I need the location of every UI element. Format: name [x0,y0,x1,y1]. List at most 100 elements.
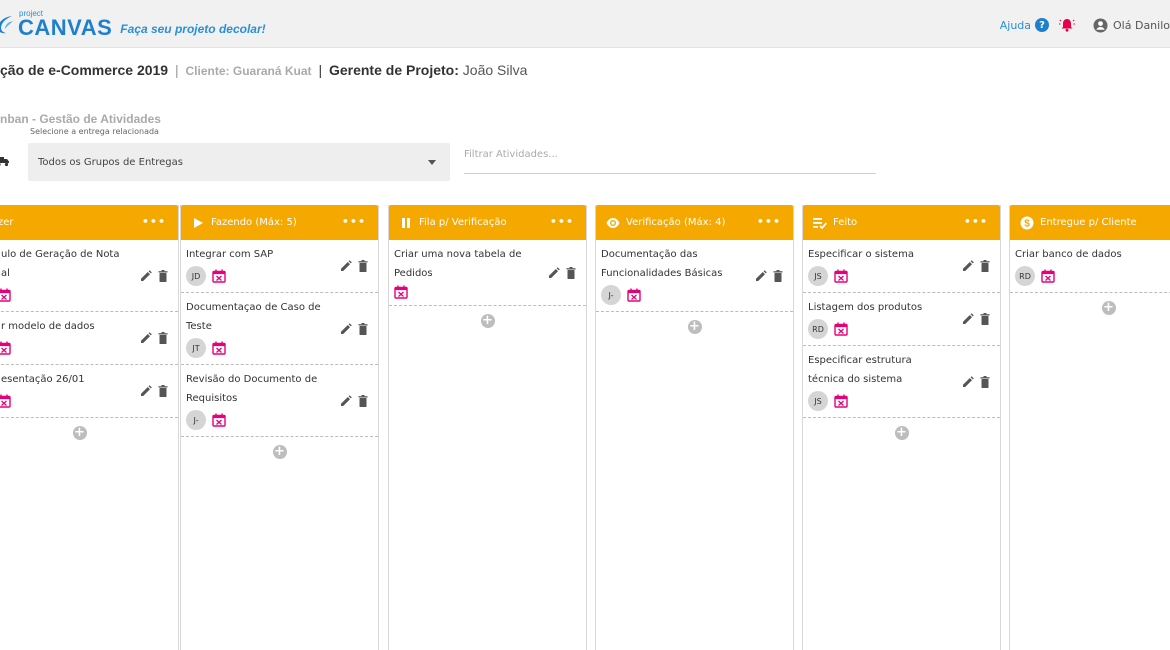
trash-icon[interactable] [358,322,370,335]
activity-card[interactable]: Revisão do Documento de Requisitos J- [181,365,378,437]
avatar[interactable]: RD [808,319,828,339]
activity-card[interactable]: Especificar o sistema JS [803,240,1000,293]
calendar-overdue-icon[interactable] [212,269,226,283]
delivery-group-value: Todos os Grupos de Entregas [38,156,183,168]
activity-meta: JD [186,266,328,286]
activity-meta [0,391,128,411]
activity-meta [0,285,128,305]
logo-swoosh-icon [0,13,14,35]
column-header: Fazer ••• [0,205,178,240]
calendar-overdue-icon[interactable] [0,288,11,302]
calendar-overdue-icon[interactable] [834,269,848,283]
trash-icon[interactable] [358,260,370,272]
activity-card[interactable]: esentação 26/01 [0,365,178,418]
trash-icon[interactable] [566,266,578,279]
edit-icon[interactable] [140,385,152,397]
trash-icon[interactable] [158,385,170,397]
trash-icon[interactable] [773,269,785,282]
add-activity-button[interactable]: + [272,445,287,459]
help-circle-icon: ? [1035,18,1050,32]
trash-icon[interactable] [980,260,992,272]
add-activity-button[interactable]: + [72,426,87,440]
edit-icon[interactable] [548,266,560,279]
avatar[interactable]: JS [808,391,828,411]
edit-icon[interactable] [755,269,767,282]
activity-title: Criar uma nova tabela de Pedidos [394,249,522,279]
column-header: Fazendo (Máx: 5) ••• [181,205,378,240]
avatar[interactable]: JS [808,266,828,286]
edit-icon[interactable] [140,269,152,282]
help-link[interactable]: Ajuda ? [1000,18,1050,32]
add-activity-button[interactable]: + [687,320,702,334]
column-more-button[interactable]: ••• [342,215,366,228]
avatar[interactable]: JD [186,266,206,286]
activity-card[interactable]: Criar banco de dados RD [1010,240,1170,293]
manager-name: João Silva [462,62,528,78]
kanban-column: Fazendo (Máx: 5) ••• Integrar com SAP JD Doc… [180,205,379,650]
calendar-overdue-icon[interactable] [394,285,408,299]
column-header: Fila p/ Verificação ••• [389,205,586,240]
truck-icon [0,152,10,167]
bell-alert-icon[interactable] [1059,17,1076,33]
avatar[interactable]: JT [186,338,206,358]
avatar[interactable]: J- [186,410,206,430]
select-hint: Selecione a entrega relacionada [30,127,159,136]
column-body: Criar banco de dados RD + [1010,240,1170,315]
activity-card[interactable]: Criar uma nova tabela de Pedidos [389,240,586,306]
manager-label: Gerente de Projeto: [328,62,459,78]
column-more-button[interactable]: ••• [757,215,781,228]
trash-icon[interactable] [980,313,992,325]
activity-meta: JT [186,338,328,358]
calendar-overdue-icon[interactable] [627,288,641,302]
column-header: Verificação (Máx: 4) ••• [596,205,793,240]
calendar-overdue-icon[interactable] [0,341,11,355]
add-activity-button[interactable]: + [480,314,495,328]
activity-meta: JS [808,266,950,286]
activity-title: Integrar com SAP [186,249,274,260]
calendar-overdue-icon[interactable] [212,341,226,355]
column-more-button[interactable]: ••• [550,215,574,228]
edit-icon[interactable] [140,332,152,344]
logo-tagline: Faça seu projeto decolar! [120,22,266,36]
column-more-button[interactable]: ••• [964,215,988,228]
calendar-overdue-icon[interactable] [212,413,226,427]
edit-icon[interactable] [962,260,974,272]
calendar-overdue-icon[interactable] [834,394,848,408]
activity-card[interactable]: Listagem dos produtos RD [803,293,1000,346]
trash-icon[interactable] [358,394,370,407]
edit-icon[interactable] [340,260,352,272]
user-menu[interactable]: Olá Danilo [1093,18,1170,33]
calendar-overdue-icon[interactable] [1041,269,1055,283]
activity-card[interactable]: Especificar estrutura técnica do sistema… [803,346,1000,418]
avatar[interactable]: J- [601,285,621,305]
activity-card[interactable]: r modelo de dados [0,312,178,365]
activity-title: Documentação das Funcionalidades Básicas [601,249,723,279]
avatar[interactable]: RD [1015,266,1035,286]
app-logo[interactable]: project CANVAS Faça seu projeto decolar! [0,6,266,42]
edit-icon[interactable] [962,313,974,325]
edit-icon[interactable] [962,375,974,388]
column-title: Fila p/ Verificação [419,217,507,228]
activity-card[interactable]: Documentaçao de Caso de Teste JT [181,293,378,365]
activity-card[interactable]: Integrar com SAP JD [181,240,378,293]
trash-icon[interactable] [158,269,170,282]
card-actions [334,260,370,272]
title-separator: | [318,62,323,78]
add-activity-button[interactable]: + [1101,301,1116,315]
calendar-overdue-icon[interactable] [834,322,848,336]
activity-card[interactable]: ulo de Geração de Nota al [0,240,178,312]
pause-icon [399,216,413,230]
delivery-group-select[interactable]: Todos os Grupos de Entregas [28,143,450,181]
trash-icon[interactable] [158,332,170,344]
column-body: Documentação das Funcionalidades Básicas… [596,240,793,334]
edit-icon[interactable] [340,394,352,407]
kanban-column: Verificação (Máx: 4) ••• Documentação das … [595,205,794,650]
add-activity-button[interactable]: + [894,426,909,440]
trash-icon[interactable] [980,375,992,388]
activity-card[interactable]: Documentação das Funcionalidades Básicas… [596,240,793,312]
filter-activities-input[interactable] [464,144,876,174]
edit-icon[interactable] [340,322,352,335]
column-more-button[interactable]: ••• [142,215,166,228]
title-separator: | [174,62,179,78]
calendar-overdue-icon[interactable] [0,394,11,408]
